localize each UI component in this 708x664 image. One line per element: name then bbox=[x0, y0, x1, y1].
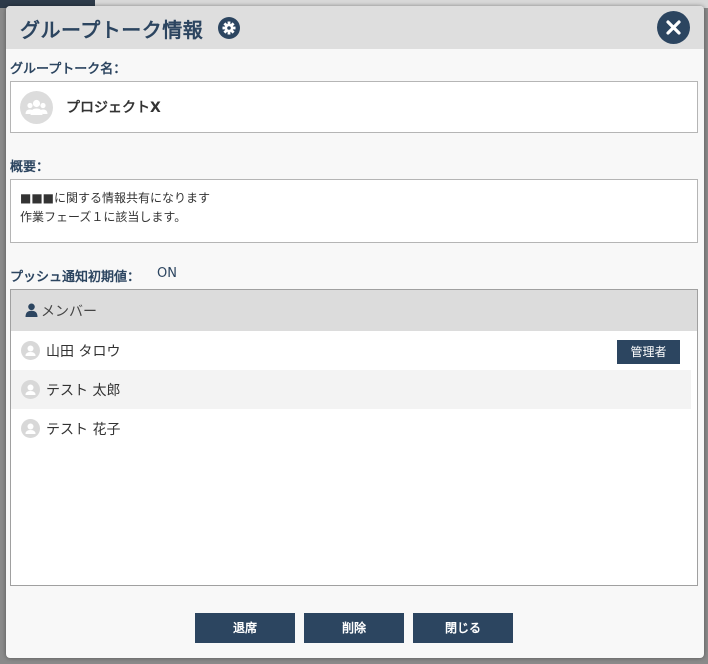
member-avatar-icon bbox=[21, 419, 40, 438]
members-panel: メンバー 山田 タロウ 管理者 テスト 太郎 テスト 花子 bbox=[10, 289, 698, 586]
summary-label: 概要： bbox=[10, 160, 50, 175]
push-notification-label: プッシュ通知初期値： bbox=[10, 270, 141, 285]
group-name: プロジェクトX bbox=[66, 100, 161, 116]
members-header: メンバー bbox=[11, 290, 697, 331]
member-row[interactable]: テスト 花子 bbox=[11, 409, 691, 448]
summary-box: ■■■に関する情報共有になります 作業フェーズ１に該当します。 bbox=[10, 179, 698, 243]
member-name: 山田 タロウ bbox=[46, 344, 121, 360]
summary-line-2: 作業フェーズ１に該当します。 bbox=[20, 210, 187, 224]
person-icon bbox=[25, 303, 38, 317]
admin-badge: 管理者 bbox=[617, 340, 680, 364]
delete-button[interactable]: 削除 bbox=[304, 613, 404, 643]
gear-icon[interactable] bbox=[218, 17, 240, 39]
close-button[interactable]: 閉じる bbox=[413, 613, 513, 643]
leave-button[interactable]: 退席 bbox=[195, 613, 295, 643]
group-avatar-icon bbox=[20, 91, 53, 124]
dialog-title: グループトーク情報 bbox=[20, 18, 204, 42]
push-notification-value: ON bbox=[157, 266, 177, 281]
summary-line-1: ■■■に関する情報共有になります bbox=[20, 191, 211, 205]
member-row[interactable]: テスト 太郎 bbox=[11, 370, 691, 409]
member-row[interactable]: 山田 タロウ 管理者 bbox=[11, 331, 691, 370]
member-name: テスト 花子 bbox=[46, 422, 121, 438]
dialog-header: グループトーク情報 bbox=[6, 6, 704, 49]
members-header-label: メンバー bbox=[41, 304, 97, 320]
member-avatar-icon bbox=[21, 341, 40, 360]
group-name-label: グループトーク名： bbox=[10, 62, 127, 77]
close-icon[interactable] bbox=[657, 11, 690, 44]
member-avatar-icon bbox=[21, 380, 40, 399]
member-name: テスト 太郎 bbox=[46, 383, 121, 399]
group-name-box: プロジェクトX bbox=[10, 81, 698, 133]
group-talk-info-dialog: グループトーク情報 グループトーク名： プロジェクトX 概要： ■■■に関する情… bbox=[6, 6, 704, 658]
